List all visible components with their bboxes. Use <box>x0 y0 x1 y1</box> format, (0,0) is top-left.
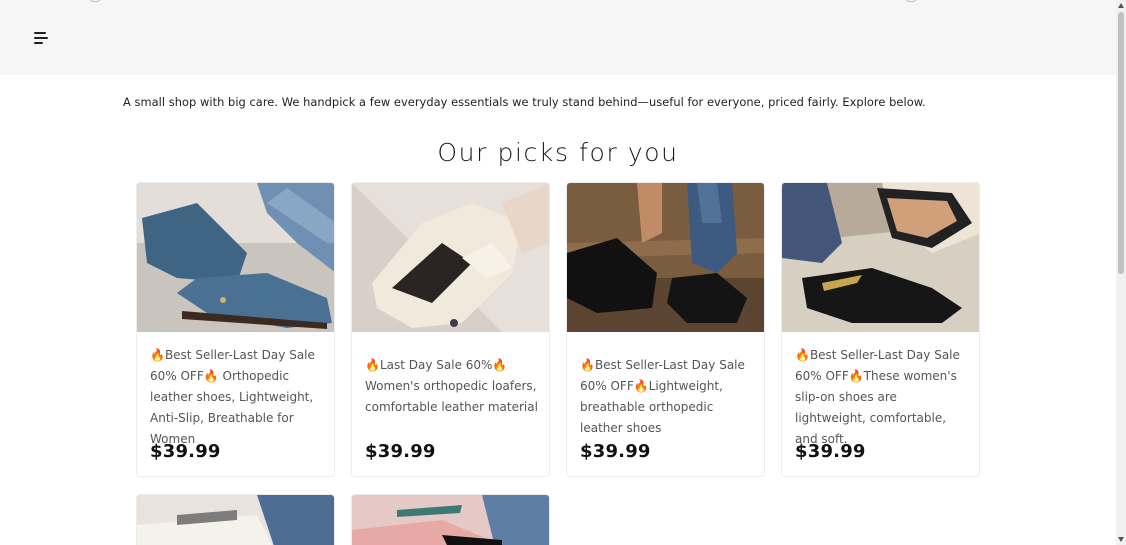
product-image[interactable] <box>352 495 549 545</box>
product-image[interactable] <box>567 183 764 332</box>
header-decoration <box>88 0 102 2</box>
product-price: $39.99 <box>580 441 651 462</box>
product-price: $39.99 <box>150 441 221 462</box>
hamburger-menu-icon[interactable] <box>34 31 50 45</box>
product-image[interactable] <box>137 183 334 332</box>
scrollbar-thumb[interactable] <box>1118 12 1124 274</box>
header-decoration <box>904 0 918 2</box>
product-title[interactable]: 🔥Last Day Sale 60%🔥Women's orthopedic lo… <box>365 355 541 418</box>
product-card[interactable]: 🔥Best Seller-Last Day Sale 60% OFF🔥These… <box>781 182 980 477</box>
product-card[interactable]: 🔥Best Seller-Last Day Sale 60% OFF🔥Light… <box>566 182 765 477</box>
product-title[interactable]: 🔥Best Seller-Last Day Sale 60% OFF🔥These… <box>795 345 971 450</box>
scroll-down-arrow-icon[interactable] <box>1118 537 1124 542</box>
site-header <box>0 0 1116 75</box>
scroll-up-arrow-icon[interactable] <box>1118 3 1124 8</box>
product-image[interactable] <box>782 183 979 332</box>
product-card[interactable] <box>136 494 335 545</box>
product-info: 🔥Best Seller-Last Day Sale 60% OFF🔥These… <box>795 345 971 450</box>
product-image[interactable] <box>137 495 334 545</box>
product-info: 🔥Last Day Sale 60%🔥Women's orthopedic lo… <box>365 355 541 418</box>
product-info: 🔥Best Seller-Last Day Sale 60% OFF🔥Light… <box>580 355 756 439</box>
intro-text: A small shop with big care. We handpick … <box>123 95 926 109</box>
product-card[interactable] <box>351 494 550 545</box>
product-card[interactable]: 🔥Best Seller-Last Day Sale 60% OFF🔥 Orth… <box>136 182 335 477</box>
product-title[interactable]: 🔥Best Seller-Last Day Sale 60% OFF🔥 Orth… <box>150 345 326 450</box>
product-card[interactable]: 🔥Last Day Sale 60%🔥Women's orthopedic lo… <box>351 182 550 477</box>
product-title[interactable]: 🔥Best Seller-Last Day Sale 60% OFF🔥Light… <box>580 355 756 439</box>
section-title: Our picks for you <box>437 138 679 167</box>
product-image[interactable] <box>352 183 549 332</box>
vertical-scrollbar[interactable] <box>1116 0 1126 545</box>
product-price: $39.99 <box>365 441 436 462</box>
product-price: $39.99 <box>795 441 866 462</box>
product-info: 🔥Best Seller-Last Day Sale 60% OFF🔥 Orth… <box>150 345 326 450</box>
